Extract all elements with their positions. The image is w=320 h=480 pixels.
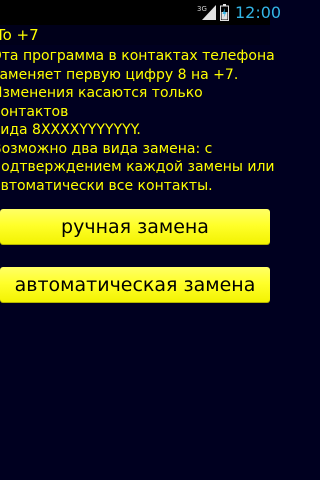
- description-line: заменяет первую цифру 8 на +7.: [0, 66, 239, 83]
- description-line: автоматически все контакты.: [0, 177, 213, 194]
- manual-replace-button[interactable]: ручная замена: [0, 209, 270, 245]
- description-line: Изменения касаются только контактов: [0, 85, 203, 120]
- title-bar: To +7: [0, 25, 270, 45]
- status-bar: 3G 12:00: [0, 0, 281, 25]
- signal-icon: [202, 5, 216, 20]
- clock: 12:00: [235, 3, 282, 22]
- description-line: Возможно два вида замена: с: [0, 140, 213, 157]
- description-line: вида 8XXXXYYYYYYY.: [0, 122, 141, 138]
- description-text: Эта программа в контактах телефона замен…: [0, 47, 276, 195]
- description-line: подтверждением каждой замены или: [0, 159, 275, 175]
- battery-icon: [220, 4, 229, 21]
- automatic-replace-button[interactable]: автоматическая замена: [0, 267, 270, 303]
- app-title: To +7: [0, 26, 39, 44]
- description-line: Эта программа в контактах телефона: [0, 48, 275, 64]
